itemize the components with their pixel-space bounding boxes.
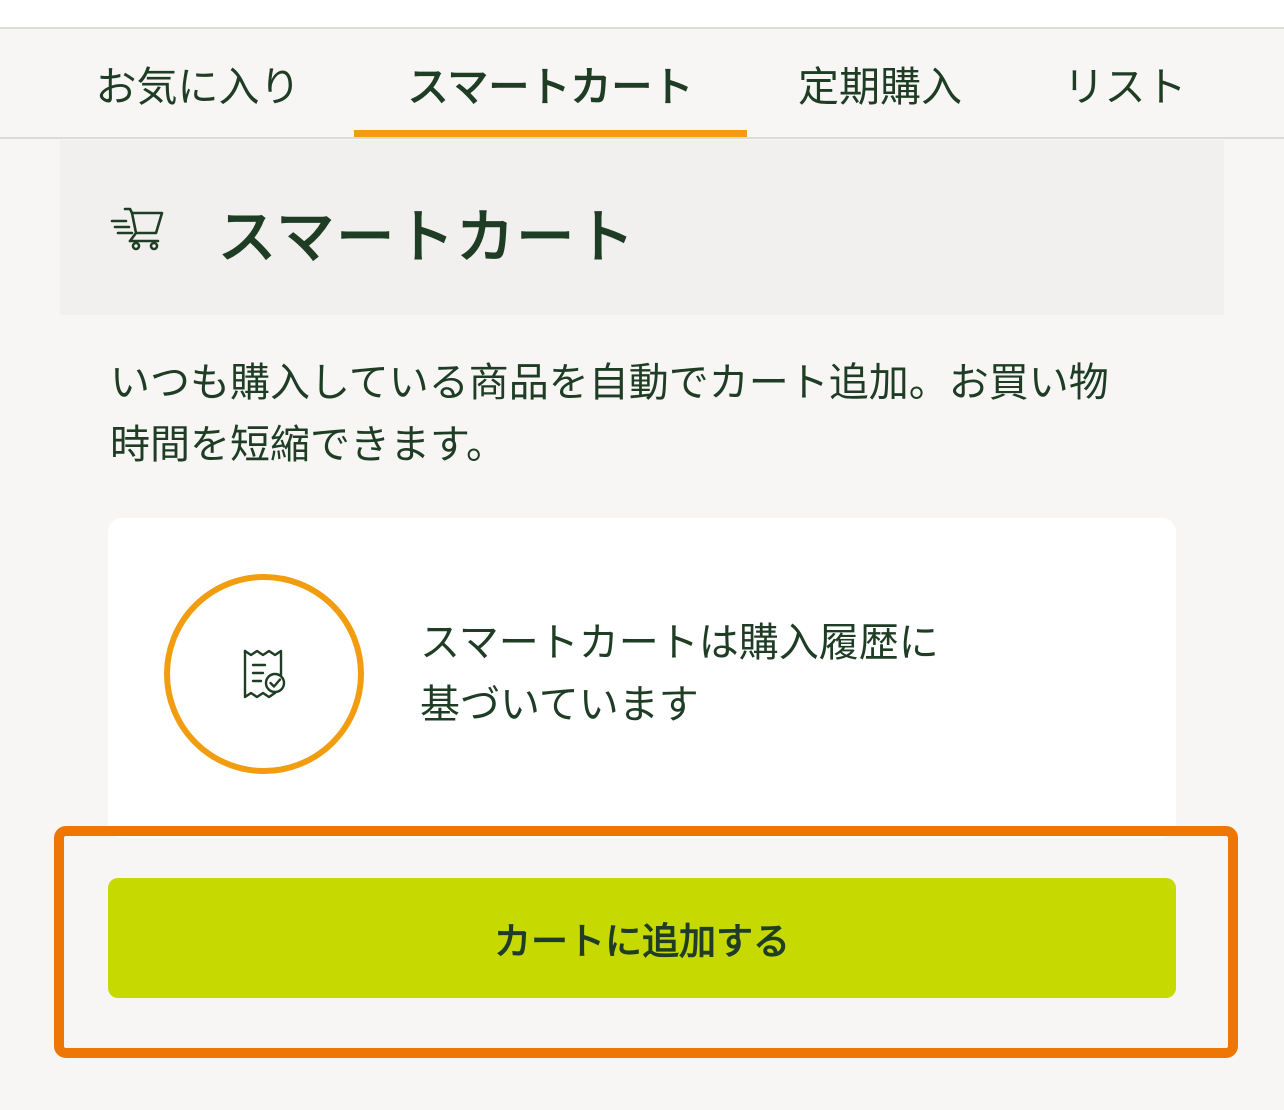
tab-favorites[interactable]: お気に入り [84,29,312,137]
tab-bar: お気に入り スマートカート 定期購入 リスト [0,29,1284,139]
description-line-1: いつも購入している商品を自動でカート追加。お買い物 [110,360,1109,406]
info-card-line-1: スマートカートは購入履歴に [420,620,939,666]
tab-subscription[interactable]: 定期購入 [790,29,970,137]
add-to-cart-button[interactable]: カートに追加する [108,878,1176,998]
top-strip [0,0,1284,29]
tab-subscription-label: 定期購入 [798,63,962,111]
tab-favorites-label: お気に入り [95,63,301,111]
active-tab-indicator [354,130,747,137]
receipt-icon-circle [164,574,364,774]
section-title: スマートカート [218,203,637,271]
info-card-line-2: 基づいています [420,682,699,728]
smart-cart-icon [110,207,164,251]
receipt-check-icon [243,649,286,699]
tab-list[interactable]: リスト [1050,29,1200,137]
description-line-2: 時間を短縮できます。 [110,422,506,468]
tab-smart-cart[interactable]: スマートカート [354,29,747,137]
tab-list-label: リスト [1063,63,1187,111]
description-text: いつも購入している商品を自動でカート追加。お買い物 時間を短縮できます。 [110,352,1190,476]
tab-smart-cart-label: スマートカート [407,63,694,111]
info-card-text: スマートカートは購入履歴に 基づいています [420,612,1020,736]
add-to-cart-label: カートに追加する [494,920,790,963]
